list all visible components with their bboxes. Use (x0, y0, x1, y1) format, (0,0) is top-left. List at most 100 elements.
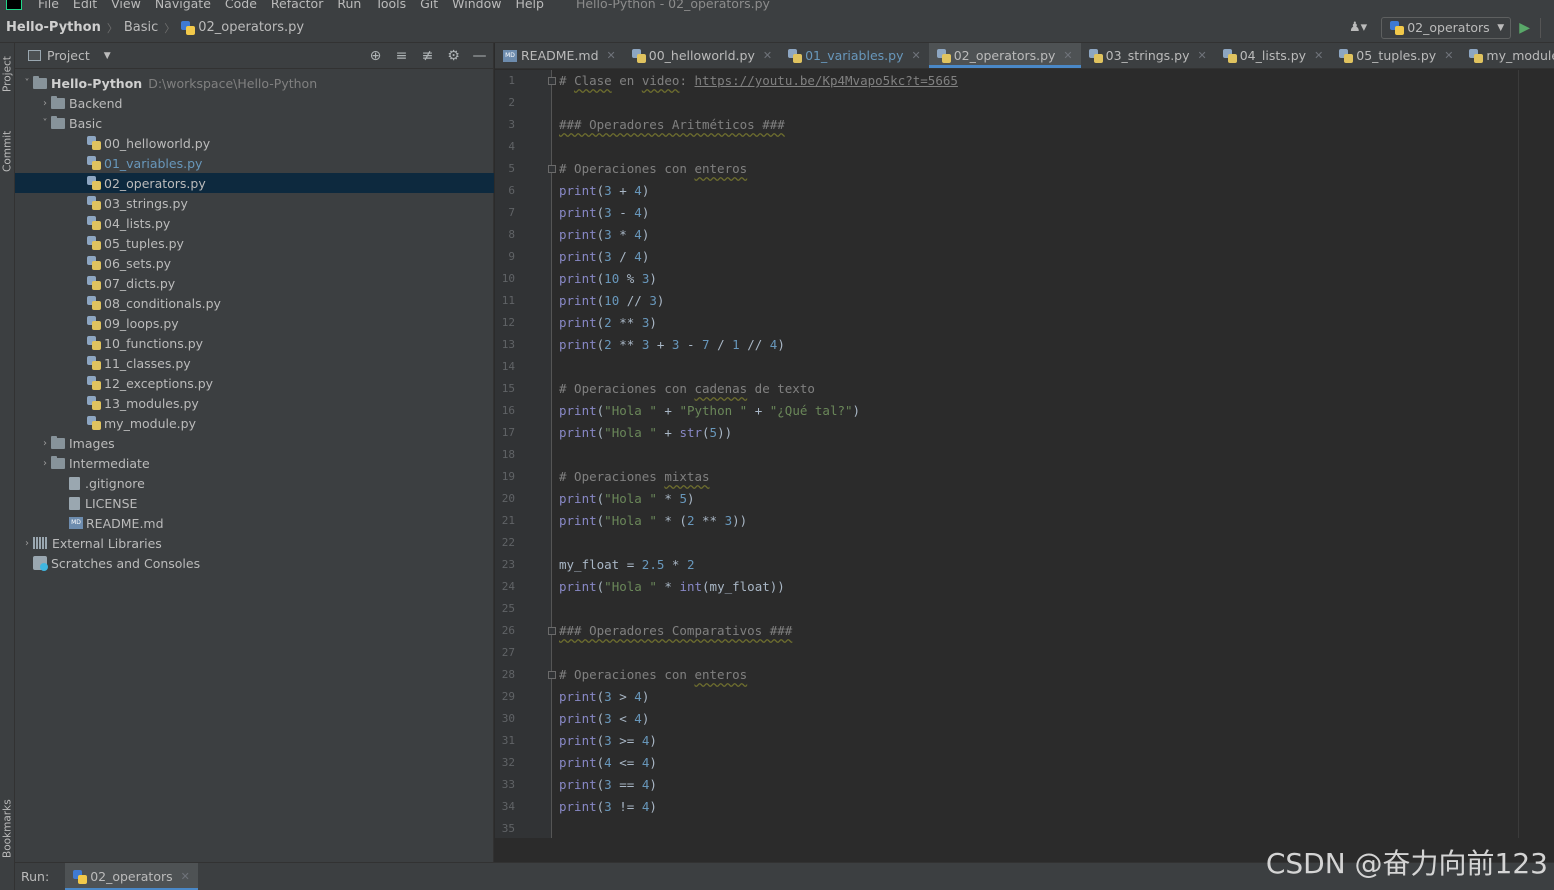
tree-item[interactable]: 01_variables.py (15, 153, 494, 173)
expand-all-icon[interactable]: ≡ (394, 48, 409, 64)
editor-tab[interactable]: 00_helloworld.py ✕ (624, 43, 780, 68)
hide-panel-icon[interactable]: — (472, 48, 487, 64)
editor-tab[interactable]: 04_lists.py ✕ (1215, 43, 1332, 68)
chevron-down-icon[interactable]: ˅ (39, 118, 51, 129)
tree-item[interactable]: 09_loops.py (15, 313, 494, 333)
breadcrumb-project[interactable]: Hello-Python (6, 20, 101, 35)
menu-item-tools[interactable]: Tools (375, 0, 406, 11)
code-line[interactable]: print(3 == 4) (559, 774, 657, 796)
code-line[interactable]: print(3 < 4) (559, 708, 649, 730)
run-configuration-select[interactable]: 02_operators ▼ (1381, 16, 1512, 39)
code-line[interactable]: print("Hola " + "Python " + "¿Qué tal?") (559, 400, 860, 422)
menu-item-run[interactable]: Run (337, 0, 361, 11)
bookmarks-tool-tab[interactable]: Bookmarks (0, 798, 15, 860)
gear-icon[interactable]: ⚙ (446, 48, 461, 64)
tree-item[interactable]: Scratches and Consoles (15, 553, 494, 573)
tree-item[interactable]: 06_sets.py (15, 253, 494, 273)
code-line[interactable]: print(4 <= 4) (559, 752, 657, 774)
code-line[interactable]: ### Operadores Comparativos ### (559, 620, 792, 642)
fold-marker-icon[interactable] (548, 165, 556, 173)
menu-item-edit[interactable]: Edit (73, 0, 97, 11)
chevron-right-icon[interactable]: › (39, 458, 51, 469)
toolbar-more-button[interactable] (1540, 17, 1554, 38)
chevron-right-icon[interactable]: › (39, 98, 51, 109)
code-line[interactable]: ### Operadores Aritméticos ### (559, 114, 785, 136)
editor-tab[interactable]: 02_operators.py ✕ (928, 43, 1081, 68)
fold-marker-icon[interactable] (548, 671, 556, 679)
tree-item[interactable]: LICENSE (15, 493, 494, 513)
tree-item[interactable]: 04_lists.py (15, 213, 494, 233)
code-line[interactable]: print(2 ** 3) (559, 312, 657, 334)
menu-item-file[interactable]: File (38, 0, 59, 11)
editor-tab[interactable]: 01_variables.py ✕ (780, 43, 929, 68)
tree-item[interactable]: 11_classes.py (15, 353, 494, 373)
fold-marker-icon[interactable] (548, 77, 556, 85)
fold-marker-icon[interactable] (548, 627, 556, 635)
code-line[interactable]: print(3 > 4) (559, 686, 649, 708)
tree-item[interactable]: MD README.md (15, 513, 494, 533)
code-line[interactable]: print(2 ** 3 + 3 - 7 / 1 // 4) (559, 334, 785, 356)
code-line[interactable]: print(3 * 4) (559, 224, 649, 246)
menu-item-refactor[interactable]: Refactor (271, 0, 323, 11)
tree-item[interactable]: .gitignore (15, 473, 494, 493)
code-line[interactable]: print("Hola " + str(5)) (559, 422, 732, 444)
menu-item-view[interactable]: View (111, 0, 141, 11)
close-icon[interactable]: ✕ (607, 49, 616, 62)
code-line[interactable]: print("Hola " * 5) (559, 488, 695, 510)
tree-item[interactable]: ˅ Basic (15, 113, 494, 133)
close-icon[interactable]: ✕ (1198, 49, 1207, 62)
tree-item[interactable]: my_module.py (15, 413, 494, 433)
code-line[interactable]: # Operaciones con enteros (559, 664, 747, 686)
tree-item[interactable]: 13_modules.py (15, 393, 494, 413)
menu-item-navigate[interactable]: Navigate (155, 0, 211, 11)
tree-root-hello-python[interactable]: ˅ Hello-Python D:\workspace\Hello-Python (15, 73, 494, 93)
code-line[interactable]: print("Hola " * int(my_float)) (559, 576, 785, 598)
code-line[interactable]: print("Hola " * (2 ** 3)) (559, 510, 747, 532)
close-icon[interactable]: ✕ (911, 49, 920, 62)
close-icon[interactable]: ✕ (181, 870, 190, 883)
run-button[interactable]: ▶ (1519, 20, 1530, 36)
chevron-right-icon[interactable]: › (21, 538, 33, 549)
close-icon[interactable]: ✕ (1063, 49, 1072, 62)
tree-item[interactable]: 10_functions.py (15, 333, 494, 353)
code-line[interactable]: print(3 / 4) (559, 246, 649, 268)
tree-item[interactable]: 12_exceptions.py (15, 373, 494, 393)
code-line[interactable]: print(3 >= 4) (559, 730, 657, 752)
tree-item[interactable]: › Intermediate (15, 453, 494, 473)
tree-item[interactable]: › External Libraries (15, 533, 494, 553)
code-editor[interactable]: 1 2 3 4 5 6 7 8 9 10 11 12 13 14 15 16 17 18 19 20 21 22 23 24 2… (495, 70, 1554, 838)
tree-item[interactable]: 07_dicts.py (15, 273, 494, 293)
tree-item[interactable]: › Images (15, 433, 494, 453)
code-line[interactable]: print(3 != 4) (559, 796, 657, 818)
code-line[interactable]: # Operaciones mixtas (559, 466, 710, 488)
menu-item-window[interactable]: Window (452, 0, 501, 11)
code-line[interactable]: print(10 // 3) (559, 290, 664, 312)
tree-item[interactable]: 05_tuples.py (15, 233, 494, 253)
editor-tab[interactable]: 03_strings.py ✕ (1081, 43, 1215, 68)
commit-tool-tab[interactable]: Commit (0, 123, 15, 179)
menu-item-git[interactable]: Git (420, 0, 438, 11)
close-icon[interactable]: ✕ (1444, 49, 1453, 62)
code-line[interactable]: print(10 % 3) (559, 268, 657, 290)
breadcrumb-file[interactable]: 02_operators.py (198, 20, 304, 35)
tree-item[interactable]: 02_operators.py (15, 173, 494, 193)
tree-item[interactable]: 08_conditionals.py (15, 293, 494, 313)
locate-file-icon[interactable]: ⊕ (368, 48, 383, 64)
tree-item[interactable]: 03_strings.py (15, 193, 494, 213)
close-icon[interactable]: ✕ (1314, 49, 1323, 62)
chevron-down-icon[interactable]: ▼ (104, 51, 111, 61)
close-icon[interactable]: ✕ (763, 49, 772, 62)
editor-tab[interactable]: MD README.md ✕ (495, 43, 624, 68)
code-line[interactable]: print(3 - 4) (559, 202, 649, 224)
chevron-right-icon[interactable]: › (39, 438, 51, 449)
project-panel-title[interactable]: Project (47, 48, 90, 63)
code-line[interactable]: # Clase en video: https://youtu.be/Kp4Mv… (559, 70, 958, 92)
editor-tab[interactable]: my_module.py✕ (1461, 43, 1554, 68)
menu-item-help[interactable]: Help (515, 0, 544, 11)
tree-item[interactable]: › Backend (15, 93, 494, 113)
menu-item-code[interactable]: Code (225, 0, 257, 11)
collapse-all-icon[interactable]: ≢ (420, 48, 435, 64)
code-line[interactable]: print(3 + 4) (559, 180, 649, 202)
code-line[interactable]: my_float = 2.5 * 2 (559, 554, 694, 576)
project-tool-tab[interactable]: Project (0, 49, 15, 99)
